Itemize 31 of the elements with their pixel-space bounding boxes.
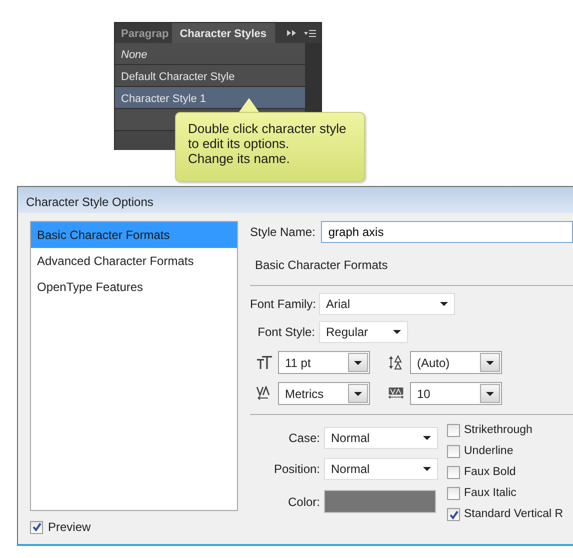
position-dropdown[interactable]: Normal (324, 458, 438, 480)
section-title: Basic Character Formats (255, 257, 389, 274)
font-family-dropdown[interactable]: Arial (319, 293, 455, 315)
window-title: Character Style Options (26, 195, 154, 209)
leading-dropdown[interactable]: (Auto) (410, 351, 502, 374)
font-style-dropdown[interactable]: Regular (319, 321, 408, 343)
position-label: Position: (272, 461, 320, 478)
checkbox-label: Underline (464, 444, 514, 459)
size-dropdown[interactable]: 11 pt (278, 351, 370, 374)
callout-text: Double click character style to edit its options. Change its name. (188, 121, 348, 166)
case-label: Case: (288, 430, 320, 447)
panel-tab[interactable]: Character Styles (172, 23, 275, 43)
font-style-label: Font Style: (256, 324, 315, 341)
font-family-label: Font Family: (250, 296, 315, 313)
style-list-item[interactable]: Default Character Style (115, 65, 305, 87)
style-list-item[interactable]: Character Style 1 (115, 87, 305, 109)
kerning-dropdown[interactable]: Metrics (278, 382, 370, 405)
category-item[interactable]: Basic Character Formats (31, 222, 237, 248)
checkbox-label: Faux Bold (464, 464, 516, 480)
color-label: Color: (286, 494, 320, 510)
case-dropdown[interactable]: Normal (324, 427, 438, 449)
tracking-dropdown[interactable]: 10 (410, 382, 502, 405)
style-name-field[interactable]: graph axis (321, 221, 573, 243)
checkbox-label: Strikethrough (464, 422, 532, 438)
style-name-label: Style Name: (250, 224, 316, 241)
category-item[interactable]: OpenType Features (31, 274, 237, 300)
category-item[interactable]: Advanced Character Formats (31, 248, 237, 274)
checkbox-label: Standard Vertical R (464, 506, 564, 522)
style-list-item[interactable]: None (115, 43, 305, 65)
preview-label: Preview (48, 519, 91, 536)
checkbox-label: Faux Italic (464, 486, 516, 501)
